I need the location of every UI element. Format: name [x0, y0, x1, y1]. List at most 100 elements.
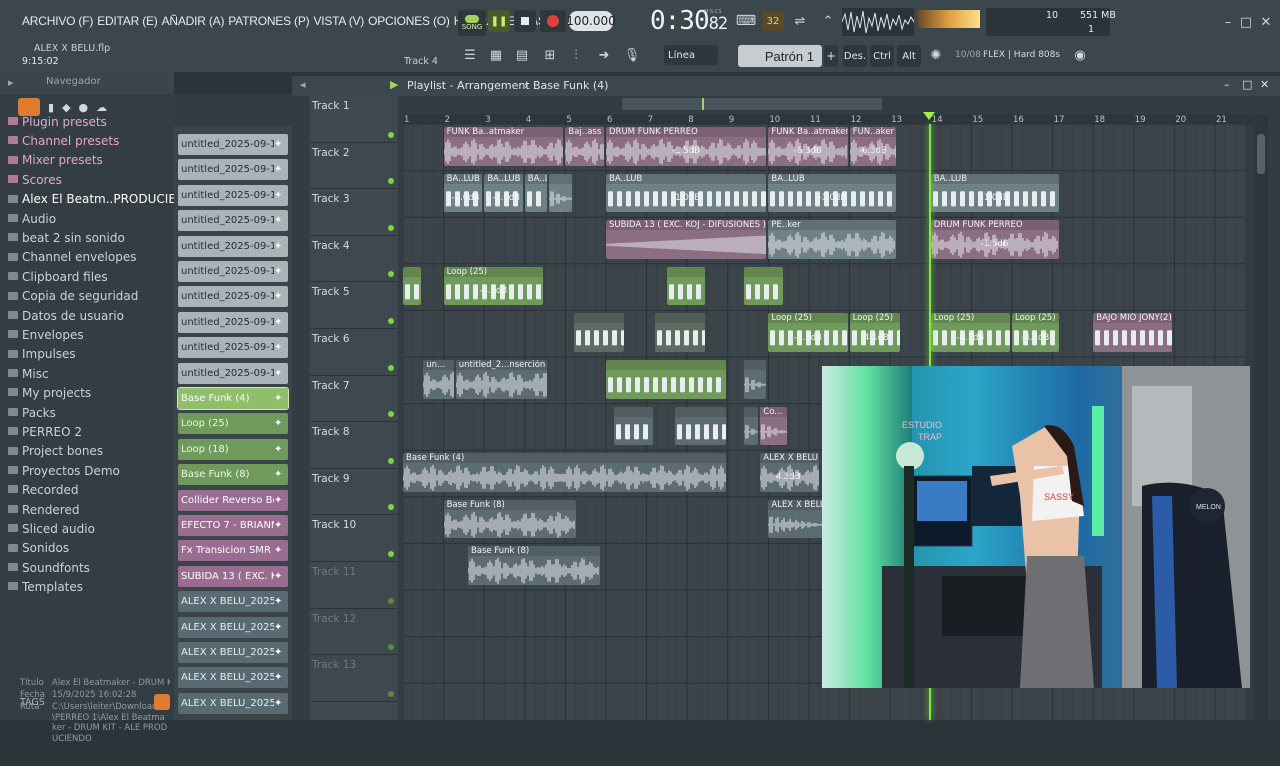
playlist-close-icon[interactable]: ✕ [1260, 78, 1269, 91]
playlist-clip[interactable] [744, 360, 767, 399]
playhead-marker-icon[interactable] [922, 112, 935, 120]
playlist-clip[interactable] [614, 406, 653, 446]
channel-link-icon[interactable]: ✦ [274, 469, 288, 480]
plugin-picker-icon[interactable]: ⫶ [566, 45, 586, 65]
menu-item-2[interactable]: AÑADIR (A) [160, 14, 227, 28]
browser-folder-item[interactable]: Plugin presets [0, 112, 174, 131]
playlist-clip[interactable] [573, 313, 625, 352]
channel-button[interactable]: untitled_2025-09-15 17-...✦ [178, 362, 288, 384]
channel-link-icon[interactable]: ✦ [274, 444, 288, 455]
browser-folder-item[interactable]: Clipboard files [0, 267, 174, 286]
metronome-button[interactable]: 32 [762, 11, 784, 31]
playlist-clip[interactable]: Base Funk (8) [443, 499, 576, 539]
playlist-clip[interactable]: Loop (25) -4.1dB [849, 313, 901, 352]
menu-item-1[interactable]: EDITAR (E) [95, 14, 159, 28]
channel-link-icon[interactable]: ✦ [274, 190, 288, 201]
playlist-clip[interactable]: PE..ker [768, 220, 897, 259]
playlist-clip[interactable]: Baj..ass [565, 127, 604, 166]
alt-button[interactable]: Alt [897, 45, 921, 67]
browser-folder-item[interactable]: Scores [0, 170, 174, 189]
playlist-clip[interactable]: FUNK Ba..atmaker -6.3dB [768, 127, 848, 166]
channel-link-icon[interactable]: ✦ [274, 368, 288, 379]
playlist-clip[interactable] [666, 266, 706, 306]
playlist-clip[interactable] [606, 360, 726, 399]
channel-link-icon[interactable]: ✦ [274, 596, 288, 607]
channel-link-icon[interactable]: ✦ [274, 418, 288, 429]
track-header[interactable]: Track 11 [310, 562, 398, 609]
playlist-clip[interactable]: Loop (25) -4.1dB [930, 313, 1010, 352]
playlist-view-icon[interactable]: ☰ [460, 45, 480, 65]
channel-link-icon[interactable]: ✦ [274, 672, 288, 683]
playlist-minimize-icon[interactable]: – [1224, 78, 1230, 91]
track-mute-led[interactable] [388, 690, 394, 697]
browser-folder-item[interactable]: Proyectos Demo [0, 461, 174, 480]
track-header[interactable]: Track 13 [310, 655, 398, 702]
channel-link-icon[interactable]: ✦ [274, 495, 288, 506]
hint-bulb-icon[interactable]: ✺ [926, 45, 946, 65]
track-header[interactable]: Track 1 [310, 96, 398, 143]
track-mute-led[interactable] [388, 271, 394, 278]
track-header[interactable]: Track 2 [310, 143, 398, 190]
playlist-clip[interactable]: Loop (25) -4.1dB [768, 313, 848, 352]
ctrl-button[interactable]: Ctrl [870, 45, 894, 67]
browser-folder-item[interactable]: Rendered [0, 500, 174, 519]
playlist-clip[interactable]: SUBIDA 13 ( EXC. KOJ - DIFUSIONES ) [606, 220, 767, 259]
channel-button[interactable]: ALEX X BELU_2025-09-15...✦ [178, 616, 288, 638]
playlist-clip[interactable] [403, 266, 422, 306]
channel-button[interactable]: untitled_2025-09-15 17-...✦ [178, 311, 288, 333]
track-header[interactable]: Track 10 [310, 515, 398, 562]
playlist-menu-icon[interactable]: ◂ [300, 78, 306, 91]
piano-roll-icon[interactable]: ▦ [486, 45, 506, 65]
channel-link-icon[interactable]: ✦ [274, 520, 288, 531]
browser-folder-item[interactable]: beat 2 sin sonido [0, 228, 174, 247]
channel-button[interactable]: untitled_2025-09-15 17-...✦ [178, 210, 288, 232]
channel-link-icon[interactable]: ✦ [274, 393, 288, 404]
channel-button[interactable]: untitled_2025-09-15 17-...✦ [178, 134, 288, 155]
channel-button[interactable]: Fx Transicion SMR 104...✦ [178, 540, 288, 562]
channel-link-icon[interactable]: ✦ [274, 317, 288, 328]
channel-button[interactable]: untitled_2025-09-15 17-...✦ [178, 261, 288, 282]
track-header[interactable]: Track 8 [310, 422, 398, 469]
play-button[interactable]: ❚❚ [488, 10, 510, 32]
channel-button[interactable]: ALEX X BELU_2025-09-15...✦ [178, 692, 288, 714]
track-mute-led[interactable] [388, 178, 394, 185]
des-button[interactable]: Des. [843, 45, 867, 67]
track-header[interactable]: Track 5 [310, 282, 398, 329]
playlist-clip[interactable]: BA..LUB -1.0dB [930, 173, 1059, 213]
channel-button[interactable]: SUBIDA 13 ( EXC. KOJ...✦ [178, 565, 288, 587]
playlist-clip[interactable]: BA..LUB -1.0dB [484, 173, 523, 213]
track-mute-led[interactable] [388, 644, 394, 651]
record-button[interactable] [540, 10, 566, 32]
add-pattern-button[interactable]: + [824, 45, 838, 67]
channel-button[interactable]: untitled_2025-09-15 17-...✦ [178, 337, 288, 359]
channel-link-icon[interactable]: ✦ [274, 139, 288, 150]
playlist-clip[interactable]: FUNK Ba..atmaker [443, 127, 564, 166]
channel-button[interactable]: Base Funk (4) ✦ [177, 387, 289, 410]
channel-link-icon[interactable]: ✦ [274, 698, 288, 709]
browser-folder-item[interactable]: PERREO 2 [0, 422, 174, 441]
browser-folder-item[interactable]: Sonidos [0, 539, 174, 558]
playlist-clip[interactable]: BA..LUB -1.0dB [443, 173, 483, 213]
browser-folder-item[interactable]: Templates [0, 577, 174, 596]
loop-record-icon[interactable]: ⇌ [790, 11, 810, 31]
playlist-clip[interactable]: BA..LUB -1.0dB [768, 173, 897, 213]
playlist-clip[interactable]: ALEX X BELU... 4.3dB [760, 453, 820, 492]
channel-button[interactable]: untitled_2025-09-15 17-...✦ [178, 159, 288, 181]
snap-select[interactable]: Línea [664, 45, 718, 65]
track-mute-led[interactable] [388, 224, 394, 231]
online-globe-icon[interactable]: ◉ [1070, 45, 1090, 65]
browser-folder-item[interactable]: Sliced audio [0, 519, 174, 538]
arrow-right-icon[interactable]: ➜ [594, 45, 614, 65]
menu-item-0[interactable]: ARCHIVO (F) [20, 14, 95, 28]
browser-folder-item[interactable]: Misc [0, 364, 174, 383]
channel-button[interactable]: EFECTO 7 - BRIANMIX✦ [178, 515, 288, 536]
channel-link-icon[interactable]: ✦ [274, 291, 288, 302]
pattern-select[interactable]: Patrón 1 [738, 45, 822, 67]
track-mute-led[interactable] [388, 364, 394, 371]
channel-link-icon[interactable]: ✦ [274, 215, 288, 226]
channel-link-icon[interactable]: ✦ [274, 342, 288, 353]
playlist-clip[interactable]: Base Funk (4) [403, 453, 726, 492]
channel-button[interactable]: Base Funk (8) ✦ [178, 464, 288, 486]
tempo-display[interactable]: 100.000 [566, 11, 616, 31]
browser-folder-item[interactable]: Channel envelopes [0, 248, 174, 267]
